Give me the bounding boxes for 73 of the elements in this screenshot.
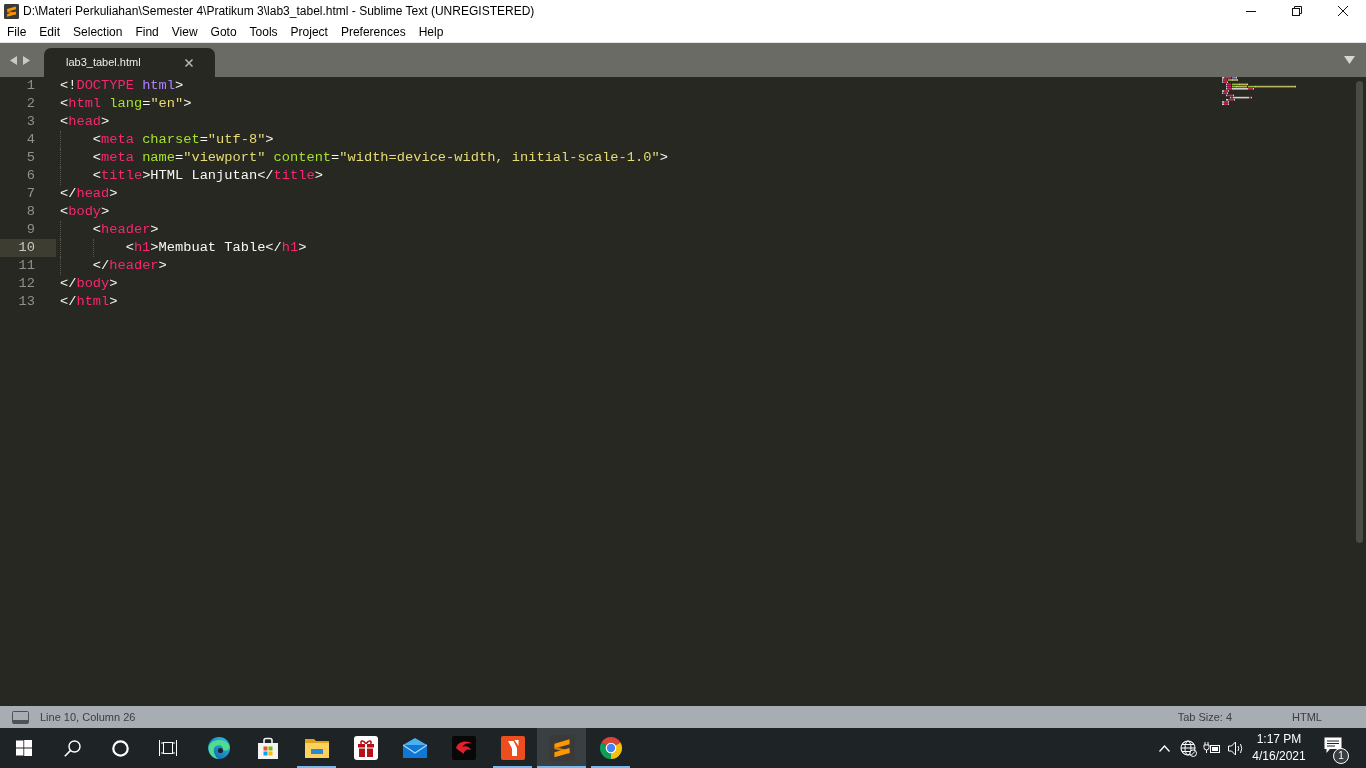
code-line: <!DOCTYPE html> xyxy=(60,77,184,95)
shopping-bag-icon xyxy=(256,736,279,760)
code-line: </head> xyxy=(60,185,118,203)
speaker-icon xyxy=(1228,740,1244,756)
battery-charging-icon xyxy=(1203,742,1221,754)
code-line: </body> xyxy=(60,275,118,293)
menu-item[interactable]: Goto xyxy=(204,23,243,41)
windows-logo-icon xyxy=(16,740,32,756)
task-view-icon xyxy=(159,740,177,756)
line-number: 5 xyxy=(26,149,35,167)
syntax-selector[interactable]: HTML xyxy=(1292,708,1322,726)
left-triangle-icon[interactable] xyxy=(10,55,17,65)
line-number: 1 xyxy=(26,77,35,95)
document-logo-icon xyxy=(500,736,525,760)
code-line: <title>HTML Lanjutan</title> xyxy=(92,167,323,185)
swoosh-logo-icon xyxy=(451,736,476,760)
code-line: <html lang="en"> xyxy=(60,95,192,113)
code-line: <header> xyxy=(92,221,159,239)
chevron-up-icon xyxy=(1158,744,1170,752)
line-number: 7 xyxy=(26,185,35,203)
dropdown-triangle-icon[interactable] xyxy=(1344,56,1355,64)
menu-item[interactable]: Help xyxy=(412,23,450,41)
restore-icon xyxy=(1292,6,1302,16)
ring-logo-icon xyxy=(598,736,623,760)
code-line: <meta charset="utf-8"> xyxy=(92,131,274,149)
code-line: <body> xyxy=(60,203,110,221)
menu-item[interactable]: View xyxy=(165,23,204,41)
menu-item[interactable]: Selection xyxy=(67,23,129,41)
line-number: 12 xyxy=(18,275,35,293)
notification-count-badge: 1 xyxy=(1333,748,1349,764)
close-icon xyxy=(1338,6,1348,16)
swirl-logo-icon xyxy=(206,736,231,760)
code-line: </html> xyxy=(60,293,118,311)
line-number: 2 xyxy=(26,95,35,113)
folder-icon xyxy=(304,738,329,758)
cursor-position: Line 10, Column 26 xyxy=(40,709,136,725)
clock-time: 1:17 PM xyxy=(1256,731,1302,748)
tab-size-selector[interactable]: Tab Size: 4 xyxy=(1177,708,1233,726)
stripes-logo-icon xyxy=(548,735,575,761)
line-number: 13 xyxy=(18,293,35,311)
scrollbar-thumb[interactable] xyxy=(1355,81,1363,543)
code-line: <h1>Membuat Table</h1> xyxy=(125,239,307,257)
window-title: D:\Materi Perkuliahan\Semester 4\Pratikum 3\lab3_tabel.html - Sublime Text (UNREGISTERED) xyxy=(23,3,535,20)
menu-item[interactable]: Project xyxy=(284,23,334,41)
menu-item[interactable]: Tools xyxy=(243,23,284,41)
code-line: </header> xyxy=(92,257,167,275)
circle-icon xyxy=(111,739,129,757)
menu-item[interactable]: Edit xyxy=(33,23,67,41)
code-line: <meta name="viewport" content="width=device-width, initial-scale-1.0"> xyxy=(92,149,668,167)
minimize-icon xyxy=(1246,10,1256,12)
panel-toggle-icon[interactable] xyxy=(12,710,29,724)
search-icon xyxy=(63,739,81,757)
line-number: 8 xyxy=(26,203,35,221)
close-icon[interactable] xyxy=(185,58,193,67)
line-number: 10 xyxy=(18,239,35,257)
right-triangle-icon[interactable] xyxy=(23,55,30,65)
line-number: 6 xyxy=(26,167,35,185)
line-number: 9 xyxy=(26,221,35,239)
menu-item[interactable]: Find xyxy=(129,23,165,41)
line-number: 3 xyxy=(26,113,35,131)
menu-item[interactable]: Preferences xyxy=(334,23,412,41)
envelope-icon xyxy=(402,738,427,758)
app-logo-icon xyxy=(4,3,19,19)
notifications-button[interactable]: 1 xyxy=(1310,728,1354,768)
menu-item[interactable]: File xyxy=(1,23,33,41)
code-line: <head> xyxy=(60,113,110,131)
clock[interactable]: 1:17 PM 4/16/2021 xyxy=(1248,731,1310,765)
globe-icon xyxy=(1179,739,1197,757)
clock-date: 4/16/2021 xyxy=(1252,748,1306,765)
line-number: 11 xyxy=(18,257,35,275)
line-number: 4 xyxy=(26,131,35,149)
gift-icon xyxy=(353,736,378,760)
file-tab[interactable]: lab3_tabel.html xyxy=(44,48,215,77)
